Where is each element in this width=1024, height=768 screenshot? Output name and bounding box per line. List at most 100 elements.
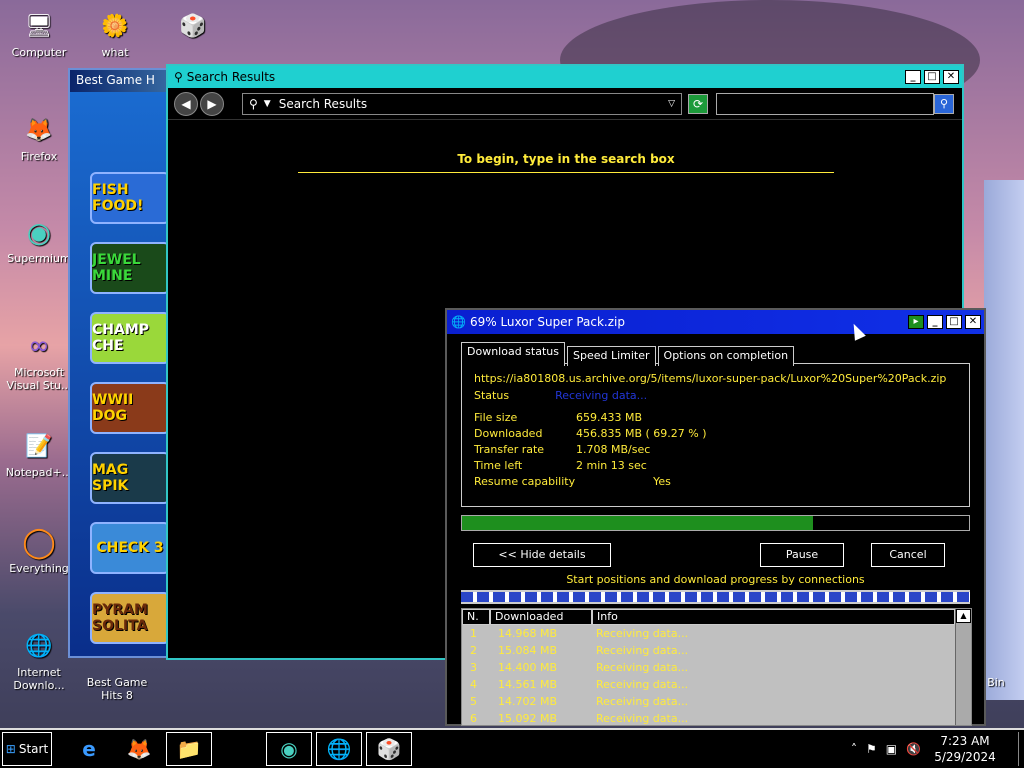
chevron-up-icon[interactable]: ˄ bbox=[851, 742, 857, 756]
network-icon[interactable]: ▣ bbox=[886, 742, 897, 756]
downloaded-row: Downloaded 456.835 MB ( 69.27 % ) bbox=[474, 427, 957, 443]
time-left-row: Time left 2 min 13 sec bbox=[474, 459, 957, 475]
start-label: Start bbox=[18, 742, 49, 756]
address-bar[interactable]: ⚲ ▼ Search Results ▽ bbox=[242, 92, 682, 115]
volume-muted-icon[interactable]: 🔇 bbox=[906, 742, 921, 756]
best-game-hits-window[interactable]: Best Game H FISH FOOD! JEWEL MINE CHAMP … bbox=[68, 68, 178, 658]
status-label: Status bbox=[474, 389, 510, 402]
desktop-icon-computer[interactable]: 🖥 Computer bbox=[4, 8, 74, 60]
maximize-button[interactable]: □ bbox=[946, 315, 962, 329]
desktop-icon-idm[interactable]: 🌐 Internet Downlo... bbox=[4, 628, 74, 693]
scroll-up-icon[interactable]: ▲ bbox=[956, 609, 971, 623]
taskbar-ie[interactable]: e bbox=[66, 732, 112, 766]
desktop-icon-best-game-hits[interactable]: Best Game Hits 8 bbox=[82, 652, 152, 702]
pause-button[interactable]: Pause bbox=[760, 543, 844, 567]
taskbar-media[interactable]: ▶ bbox=[216, 732, 262, 766]
desktop-icon-visual-studio[interactable]: ∞ Microsoft Visual Stu... bbox=[4, 328, 74, 392]
clock[interactable]: 7:23 AM 5/29/2024 bbox=[930, 733, 1000, 765]
resume-row: Resume capability Yes bbox=[474, 475, 957, 491]
table-row[interactable]: 4 14.561 MB Receiving data... bbox=[462, 676, 971, 693]
game-tile-checkers[interactable]: CHECK 3 bbox=[90, 522, 170, 574]
idm-icon: 🌐 bbox=[25, 633, 53, 659]
desktop-icon-notepad[interactable]: 📝 Notepad+... bbox=[4, 428, 74, 480]
desktop-icon-what[interactable]: 🌼 what bbox=[80, 8, 150, 60]
search-input[interactable] bbox=[716, 92, 934, 115]
game-tile-fish-food[interactable]: FISH FOOD! bbox=[90, 172, 170, 224]
transfer-rate-value: 1.708 MB/sec bbox=[576, 443, 651, 456]
desktop-icon-label: what bbox=[101, 46, 129, 59]
flower-icon: 🌼 bbox=[101, 13, 129, 39]
search-go-button[interactable]: ⚲ bbox=[934, 93, 954, 114]
taskbar-supermium[interactable]: ◉ bbox=[266, 732, 312, 766]
minimize-button[interactable]: _ bbox=[905, 70, 921, 84]
flag-icon[interactable]: ⚑ bbox=[866, 742, 877, 756]
desktop-icon-supermium[interactable]: ◉ Supermium bbox=[4, 214, 74, 266]
search-icon: ⚲ bbox=[174, 70, 183, 84]
tab-speed-limiter[interactable]: Speed Limiter bbox=[566, 346, 656, 366]
desktop-icon-label: Firefox bbox=[20, 150, 58, 163]
row-info: Receiving data... bbox=[596, 678, 689, 691]
chevron-down-icon[interactable]: ▽ bbox=[668, 99, 675, 109]
game-tile-jewel-mine[interactable]: JEWEL MINE bbox=[90, 242, 170, 294]
time-left-value: 2 min 13 sec bbox=[576, 459, 647, 472]
downloaded-value: 456.835 MB ( 69.27 % ) bbox=[576, 427, 707, 440]
forward-button[interactable]: ▶ bbox=[200, 91, 224, 116]
game-tile-champ-chess[interactable]: CHAMP CHE bbox=[90, 312, 170, 364]
game-tile-magic-spike[interactable]: MAG SPIK bbox=[90, 452, 170, 504]
desktop-icon-firefox[interactable]: 🦊 Firefox bbox=[4, 112, 74, 164]
desktop-icon-label: Notepad+... bbox=[5, 466, 73, 479]
refresh-button[interactable]: ⟳ bbox=[688, 93, 708, 114]
column-header-info[interactable]: Info bbox=[592, 609, 955, 625]
row-number: 1 bbox=[470, 627, 477, 640]
back-button[interactable]: ◀ bbox=[174, 91, 198, 116]
show-desktop-button[interactable] bbox=[1018, 732, 1024, 766]
close-button[interactable]: ✕ bbox=[943, 70, 959, 84]
resume-value: Yes bbox=[653, 475, 671, 488]
hide-details-button[interactable]: << Hide details bbox=[473, 543, 611, 567]
maximize-button[interactable]: □ bbox=[924, 70, 940, 84]
taskbar-dice[interactable]: 🎲 bbox=[366, 732, 412, 766]
taskbar-firefox[interactable]: 🦊 bbox=[116, 732, 162, 766]
download-dialog[interactable]: 🌐 69% Luxor Super Pack.zip ▸ _ □ ✕ Downl… bbox=[445, 308, 986, 726]
column-header-downloaded[interactable]: Downloaded bbox=[490, 609, 592, 625]
column-header-n[interactable]: N. bbox=[462, 609, 490, 625]
everything-icon: ◯ bbox=[22, 524, 56, 560]
tab-options-on-completion[interactable]: Options on completion bbox=[657, 346, 795, 366]
row-info: Receiving data... bbox=[596, 661, 689, 674]
time-left-label: Time left bbox=[474, 459, 523, 472]
window-titlebar[interactable]: ⚲ Search Results _ □ ✕ bbox=[168, 66, 962, 88]
folder-icon: 📁 bbox=[176, 737, 202, 761]
table-scrollbar[interactable]: ▲ bbox=[955, 609, 971, 725]
game-tile-wwii-dog[interactable]: WWII DOG bbox=[90, 382, 170, 434]
row-downloaded: 14.561 MB bbox=[498, 678, 558, 691]
console-button[interactable]: ▸ bbox=[908, 315, 924, 329]
desktop-icon-dice[interactable]: 🎲 bbox=[158, 8, 228, 46]
media-icon: ▶ bbox=[231, 737, 247, 761]
window-title: Search Results bbox=[186, 70, 276, 84]
table-header: N. Downloaded Info bbox=[462, 609, 971, 625]
row-number: 4 bbox=[470, 678, 477, 691]
progress-fill bbox=[462, 516, 814, 530]
minimize-button[interactable]: _ bbox=[927, 315, 943, 329]
computer-icon: 🖥 bbox=[25, 13, 53, 39]
table-row[interactable]: 3 14.400 MB Receiving data... bbox=[462, 659, 971, 676]
toolbar: ◀ ▶ ⚲ ▼ Search Results ▽ ⟳ ⚲ bbox=[168, 88, 962, 120]
taskbar-explorer[interactable]: 📁 bbox=[166, 732, 212, 766]
game-tile-pyramid-solitaire[interactable]: PYRAM SOLITA bbox=[90, 592, 170, 644]
transfer-rate-label: Transfer rate bbox=[474, 443, 545, 456]
cancel-button[interactable]: Cancel bbox=[871, 543, 945, 567]
table-row[interactable]: 5 14.702 MB Receiving data... bbox=[462, 693, 971, 710]
table-row[interactable]: 1 14.968 MB Receiving data... bbox=[462, 625, 971, 642]
dialog-titlebar[interactable]: 🌐 69% Luxor Super Pack.zip ▸ _ □ ✕ bbox=[447, 310, 984, 334]
tab-download-status[interactable]: Download status bbox=[461, 342, 565, 366]
taskbar-idm[interactable]: 🌐 bbox=[316, 732, 362, 766]
start-button[interactable]: ⊞ Start bbox=[2, 732, 52, 766]
desktop-icon-everything[interactable]: ◯ Everything bbox=[4, 524, 74, 576]
table-row[interactable]: 2 15.084 MB Receiving data... bbox=[462, 642, 971, 659]
transfer-rate-row: Transfer rate 1.708 MB/sec bbox=[474, 443, 957, 459]
close-button[interactable]: ✕ bbox=[965, 315, 981, 329]
table-row[interactable]: 6 15.092 MB Receiving data... bbox=[462, 710, 971, 725]
chevron-down-icon[interactable]: ▼ bbox=[258, 99, 271, 109]
dice-icon: 🎲 bbox=[179, 13, 207, 39]
ie-icon: e bbox=[82, 737, 96, 761]
